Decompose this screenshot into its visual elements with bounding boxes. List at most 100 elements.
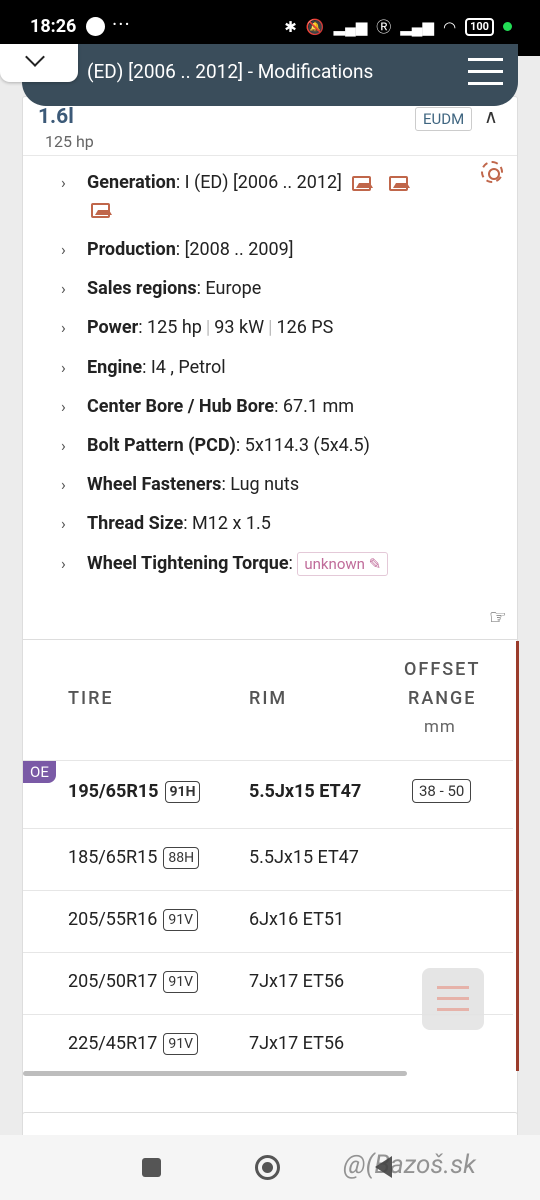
engine-name[interactable]: 1.6l xyxy=(38,105,74,129)
engine-hp: 125 hp xyxy=(45,132,94,151)
chevron-right-icon: › xyxy=(61,514,66,533)
unknown-edit-button[interactable]: unknown ✎ xyxy=(297,552,389,577)
chevron-right-icon: › xyxy=(61,475,66,494)
pencil-icon: ✎ xyxy=(368,555,382,574)
rim-size: 5.5Jx15 ET47 xyxy=(249,781,362,802)
active-dot-icon xyxy=(503,22,512,31)
pointing-hand-icon: ☞ xyxy=(489,605,507,629)
table-row[interactable]: 205/55R16 91V 6Jx16 ET51 xyxy=(23,890,513,952)
tire-size: 195/65R15 xyxy=(68,781,159,802)
chevron-right-icon: › xyxy=(61,397,66,416)
chevron-right-icon: › xyxy=(61,279,66,298)
spec-value: : M12 x 1.5 xyxy=(183,513,271,534)
page-header: (ED) [2006 .. 2012] - Modifications xyxy=(22,44,518,106)
bluetooth-icon: ✱ xyxy=(284,17,297,36)
spec-separator: : xyxy=(288,553,293,574)
spec-value: : Europe xyxy=(196,278,262,299)
spec-value: : 125 hp xyxy=(138,317,202,338)
menu-icon xyxy=(437,986,469,989)
roaming-icon: Ⓡ xyxy=(376,18,392,36)
menu-bar xyxy=(468,70,503,73)
page: 1.6l 125 hp EUDM ∧ › Generation: I (ED) … xyxy=(0,56,540,1148)
menu-bar xyxy=(468,58,503,61)
menu-bar xyxy=(468,82,503,85)
spec-value: : I (ED) [2006 .. 2012] xyxy=(175,172,342,193)
table-row[interactable]: 185/65R15 88H 5.5Jx15 ET47 xyxy=(23,828,513,890)
load-index-badge: 91V xyxy=(163,1033,198,1056)
spec-value: : [2008 .. 2009] xyxy=(175,239,294,260)
spec-label: Power xyxy=(87,317,139,338)
chevron-right-icon: › xyxy=(61,173,66,192)
chevron-right-icon: › xyxy=(61,358,66,377)
page-title: (ED) [2006 .. 2012] - Modifications xyxy=(87,60,374,83)
signal2-icon: ▂▄▆ xyxy=(400,17,434,36)
region-badge: EUDM xyxy=(415,107,473,131)
spec-label: Production xyxy=(87,239,176,260)
image-icon[interactable] xyxy=(351,175,373,191)
chevron-down-icon xyxy=(25,47,45,67)
column-header-unit: mm xyxy=(424,717,456,737)
load-index-badge: 91H xyxy=(164,781,201,804)
wifi-icon: ◠ xyxy=(442,17,457,36)
image-icon[interactable] xyxy=(91,203,112,218)
spec-value: : Lug nuts xyxy=(221,474,300,495)
table-edge-marker xyxy=(516,641,519,1071)
spec-label: Engine xyxy=(87,357,143,378)
menu-icon-bar xyxy=(437,1008,469,1011)
recent-apps-button[interactable] xyxy=(142,1158,161,1177)
spec-value: 126 PS xyxy=(276,317,334,338)
divider xyxy=(23,155,517,156)
column-header-tire: TIRE xyxy=(68,688,114,709)
tire-size: 205/50R17 xyxy=(68,971,158,992)
watermark: @(Bazoš.sk xyxy=(343,1150,476,1180)
spec-label: Wheel Fasteners xyxy=(87,474,222,495)
chevron-right-icon: › xyxy=(61,554,66,573)
spec-value: 93 kW xyxy=(214,317,265,338)
signal-icon: ▂▄▆ xyxy=(333,17,368,36)
horizontal-scrollbar[interactable] xyxy=(23,1071,407,1076)
more-notifications-icon: ··· xyxy=(112,12,131,36)
column-header-rim: RIM xyxy=(249,688,288,709)
load-index-badge: 88H xyxy=(163,847,200,870)
separator: | xyxy=(205,317,211,338)
tire-size: 205/55R16 xyxy=(68,909,158,930)
oe-badge: OE xyxy=(23,761,56,783)
rim-size: 7Jx17 ET56 xyxy=(249,971,345,992)
spec-value: : 67.1 mm xyxy=(274,396,355,417)
menu-icon-bar xyxy=(437,997,469,1000)
status-icons: ✱ 🔕 ▂▄▆ Ⓡ ▂▄▆ ◠ 100 xyxy=(284,16,512,37)
column-header-offset: OFFSET xyxy=(404,659,481,680)
battery-icon: 100 xyxy=(465,17,494,36)
tire-size: 185/65R15 xyxy=(68,847,158,868)
chevron-right-icon: › xyxy=(61,318,66,337)
collapse-icon[interactable]: ∧ xyxy=(484,105,498,128)
spec-value: : 5x114.3 (5x4.5) xyxy=(235,435,370,456)
column-header-range: RANGE xyxy=(408,688,477,709)
load-index-badge: 91V xyxy=(163,971,198,994)
tire-size: 225/45R17 xyxy=(68,1033,158,1054)
messenger-icon xyxy=(86,17,105,36)
spec-label: Wheel Tightening Torque xyxy=(87,553,289,574)
spec-label: Center Bore / Hub Bore xyxy=(87,396,275,417)
image-icon[interactable] xyxy=(388,175,410,191)
spec-label: Thread Size xyxy=(87,513,184,534)
load-index-badge: 91V xyxy=(163,909,198,932)
spec-value: : I4 , Petrol xyxy=(142,357,226,378)
spec-label: Generation xyxy=(87,172,176,193)
rim-size: 7Jx17 ET56 xyxy=(249,1033,345,1054)
home-button[interactable] xyxy=(255,1155,280,1180)
floating-menu-button[interactable] xyxy=(422,968,484,1030)
collapse-header-button[interactable] xyxy=(0,44,78,82)
table-row[interactable]: OE 195/65R15 91H 5.5Jx15 ET47 38 - 50 xyxy=(23,760,513,828)
rim-size: 6Jx16 ET51 xyxy=(249,909,345,930)
separator: | xyxy=(268,317,273,338)
offset-range-badge: 38 - 50 xyxy=(412,779,472,803)
chevron-right-icon: › xyxy=(61,436,66,455)
rim-size: 5.5Jx15 ET47 xyxy=(249,847,359,868)
mute-icon: 🔕 xyxy=(305,17,325,36)
settings-gear-icon[interactable] xyxy=(481,161,503,183)
spec-label: Sales regions xyxy=(87,278,197,299)
android-nav-bar: @(Bazoš.sk xyxy=(0,1135,540,1200)
hamburger-menu-button[interactable] xyxy=(468,56,503,88)
status-time: 18:26 xyxy=(30,16,77,37)
